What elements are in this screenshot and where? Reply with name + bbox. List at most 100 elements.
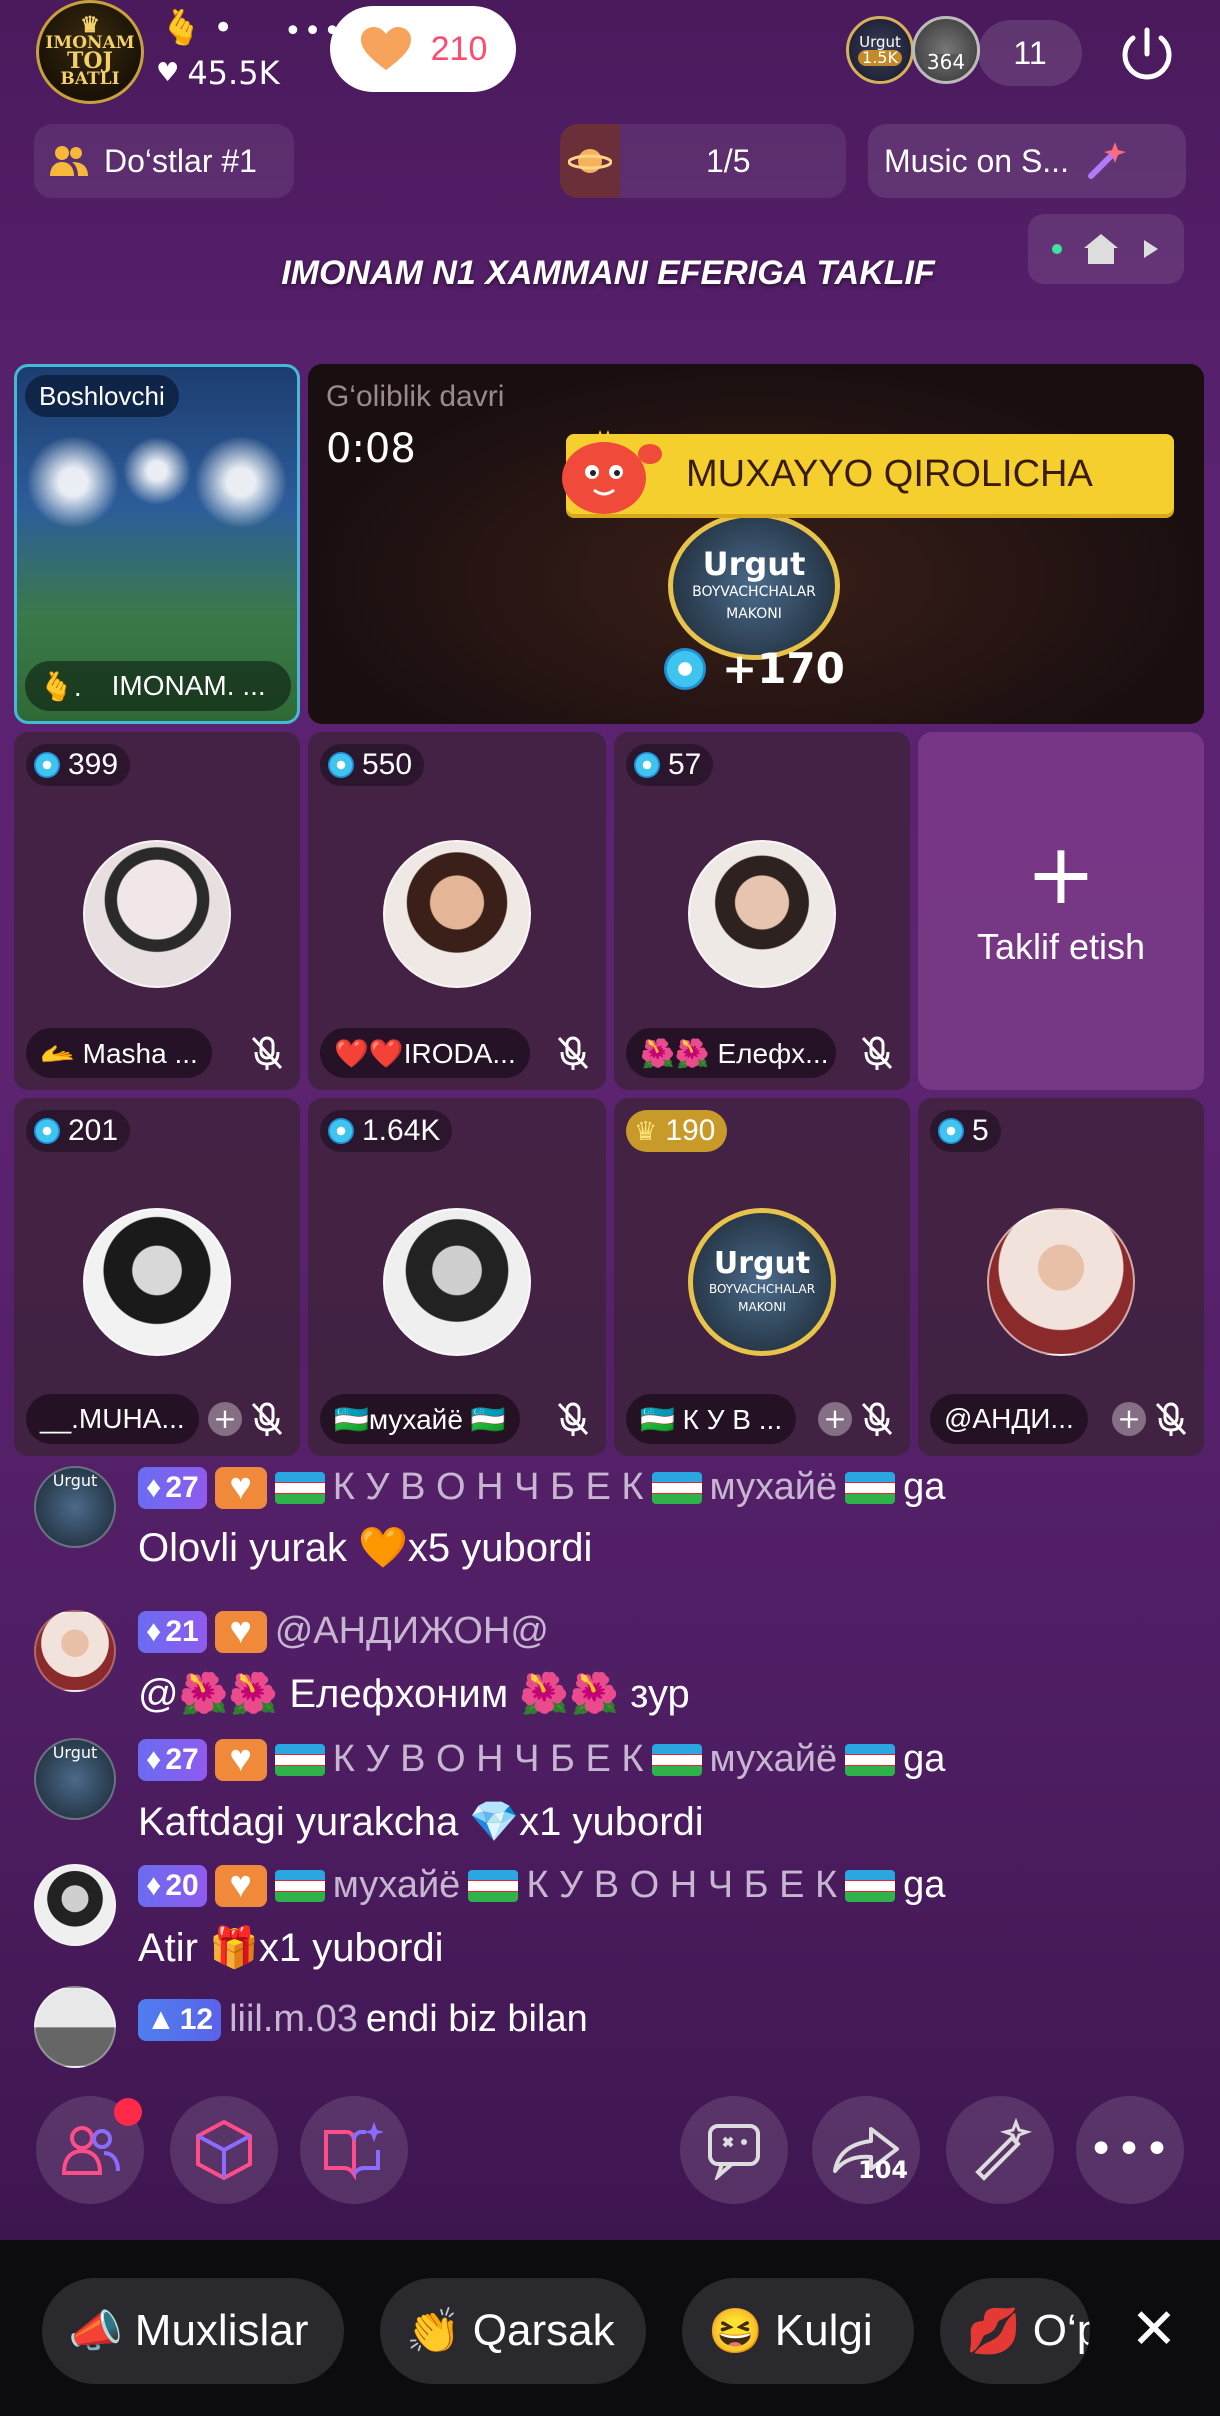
more-options-button[interactable]: ••• bbox=[1076, 2096, 1184, 2204]
mic-muted-icon[interactable] bbox=[248, 1400, 286, 1438]
chat-text: @🌺🌺 Елефхоним 🌺🌺 зур bbox=[138, 1672, 690, 1716]
chat-text: Kaftdagi yurakcha 💎x1 yubordi bbox=[138, 1800, 704, 1844]
diamond-icon: ♦ bbox=[146, 1614, 162, 1648]
host-seat[interactable]: Boshlovchi 🫰. IMONAM. ... bbox=[14, 364, 300, 724]
mic-muted-icon[interactable] bbox=[554, 1034, 592, 1072]
stadium-lights-icon bbox=[17, 427, 297, 537]
add-friend-icon[interactable]: + bbox=[208, 1402, 242, 1436]
level-badge: ♦ 21 bbox=[138, 1610, 207, 1653]
flag-icon bbox=[651, 1471, 702, 1504]
seat-score: 550 bbox=[320, 744, 425, 786]
flag-icon bbox=[845, 1471, 896, 1504]
chat-message[interactable]: ♦ 20 ♥ мухайё К У В О Н Ч Б Е К ga Atir 🎁… bbox=[34, 1864, 1194, 1974]
heart-icon: ♥ bbox=[156, 58, 180, 88]
book-button[interactable] bbox=[300, 2096, 408, 2204]
power-icon[interactable] bbox=[1110, 18, 1184, 92]
diamond-icon: ♦ bbox=[146, 1742, 162, 1776]
close-icon[interactable]: ✕ bbox=[1124, 2300, 1184, 2360]
seat-avatar bbox=[83, 1208, 231, 1356]
kiss-icon: 💋 bbox=[966, 2307, 1021, 2356]
host-seat-name: 🫰. IMONAM. ... bbox=[25, 661, 291, 711]
guests-button[interactable] bbox=[36, 2096, 144, 2204]
heart-icon bbox=[360, 27, 411, 70]
share-count: 104 bbox=[858, 2156, 909, 2184]
winner-panel[interactable]: G‘oliblik davri 0:08 Urgut BOYVACHCHALAR… bbox=[308, 364, 1204, 724]
winner-score: +170 bbox=[664, 644, 845, 693]
guest-seat[interactable]: 1.64K 🇺🇿мухайё 🇺🇿 bbox=[308, 1098, 606, 1456]
diamond-icon: ♦ bbox=[146, 1868, 162, 1902]
seat-name: __.MUHA... bbox=[26, 1394, 199, 1444]
mic-muted-icon[interactable] bbox=[858, 1034, 896, 1072]
more-icon: ••• bbox=[1088, 2124, 1172, 2175]
guest-seat[interactable]: 5 @АНДИ... + bbox=[918, 1098, 1204, 1456]
chat-header: ♦ 27 ♥ К У В О Н Ч Б Е К мухайё ga bbox=[138, 1466, 945, 1509]
mic-muted-icon[interactable] bbox=[858, 1400, 896, 1438]
seat-name: 🌺🌺 Елефх... bbox=[626, 1028, 836, 1078]
room-title: IMONAM N1 XAMMANI EFERIGA TAKLIF bbox=[281, 254, 935, 292]
reaction-clap[interactable]: 👏 Qarsak bbox=[380, 2278, 646, 2384]
music-button[interactable]: Music on S... bbox=[868, 124, 1186, 198]
chat-avatar[interactable]: Urgut bbox=[34, 1738, 116, 1820]
flag-icon bbox=[274, 1869, 325, 1902]
top-viewer-avatar[interactable]: 364 bbox=[912, 16, 980, 84]
friends-button[interactable]: Do‘stlar #1 bbox=[34, 124, 294, 198]
triangle-icon: ▲ bbox=[146, 2002, 176, 2036]
mic-muted-icon[interactable] bbox=[1152, 1400, 1190, 1438]
flag-icon bbox=[845, 1743, 896, 1776]
host-name: 🫰 • bbox=[160, 8, 234, 48]
add-friend-icon[interactable]: + bbox=[1112, 1402, 1146, 1436]
share-button[interactable]: 104 bbox=[812, 2096, 920, 2204]
top-viewer-avatar[interactable]: Urgut 1.5K bbox=[846, 16, 914, 84]
mic-muted-icon[interactable] bbox=[248, 1034, 286, 1072]
guest-seat[interactable]: 57 🌺🌺 Елефх... bbox=[614, 732, 910, 1090]
round-indicator[interactable]: 1/5 bbox=[560, 124, 846, 198]
fan-badge-icon: ♥ bbox=[214, 1610, 267, 1653]
chat-game-button[interactable] bbox=[680, 2096, 788, 2204]
viewer-count[interactable]: 11 bbox=[978, 20, 1082, 86]
reaction-laugh[interactable]: 😆 Kulgi bbox=[682, 2278, 914, 2384]
chat-avatar[interactable]: Urgut bbox=[34, 1466, 116, 1548]
chat-avatar[interactable] bbox=[34, 1864, 116, 1946]
magic-button[interactable] bbox=[946, 2096, 1054, 2204]
level-badge: ♦ 20 bbox=[138, 1864, 207, 1907]
gem-icon bbox=[634, 752, 660, 778]
chat-avatar[interactable] bbox=[34, 1610, 116, 1692]
mic-muted-icon[interactable] bbox=[554, 1400, 592, 1438]
host-avatar[interactable]: ♛ IMONAM TOJ BATLI bbox=[36, 0, 144, 104]
chat-avatar[interactable] bbox=[34, 1986, 116, 2068]
mascot-icon bbox=[554, 428, 666, 518]
chat-message[interactable]: ▲ 12 liil.m.03 endi biz bilan bbox=[34, 1986, 1194, 2070]
seat-avatar bbox=[383, 1208, 531, 1356]
megaphone-icon: 📣 bbox=[68, 2307, 123, 2356]
guest-seat[interactable]: 201 __.MUHA... + bbox=[14, 1098, 300, 1456]
guest-seat[interactable]: ♛ 190 Urgut BOYVACHCHALAR MAKONI 🇺🇿 К У В… bbox=[614, 1098, 910, 1456]
winner-period-label: G‘oliblik davri bbox=[326, 380, 505, 413]
chat-header: ♦ 20 ♥ мухайё К У В О Н Ч Б Е К ga bbox=[138, 1864, 945, 1907]
chat-message[interactable]: ♦ 21 ♥ @АНДИЖОН@ @🌺🌺 Елефхоним 🌺🌺 зур bbox=[34, 1610, 1194, 1720]
guest-seat[interactable]: 550 ❤️❤️IRODA... bbox=[308, 732, 606, 1090]
guest-seat[interactable]: 399 🫴 Masha ... bbox=[14, 732, 300, 1090]
reaction-kiss[interactable]: 💋 O‘p bbox=[940, 2278, 1090, 2384]
add-friend-icon[interactable]: + bbox=[818, 1402, 852, 1436]
box-button[interactable] bbox=[170, 2096, 278, 2204]
seat-score: ♛ 190 bbox=[626, 1110, 728, 1152]
invite-seat[interactable]: + Taklif etish bbox=[918, 732, 1204, 1090]
fan-badge-icon: ♥ bbox=[214, 1864, 267, 1907]
reaction-fans[interactable]: 📣 Muxlislar bbox=[42, 2278, 344, 2384]
gem-icon bbox=[938, 1118, 964, 1144]
gem-icon bbox=[664, 647, 706, 690]
host-role-badge: Boshlovchi bbox=[25, 375, 179, 417]
gem-icon bbox=[328, 1118, 354, 1144]
gem-icon bbox=[34, 1118, 60, 1144]
cube-icon bbox=[196, 2119, 252, 2181]
users-icon bbox=[50, 146, 88, 176]
chat-header: ♦ 21 ♥ @АНДИЖОН@ bbox=[138, 1610, 549, 1653]
seat-score: 57 bbox=[626, 744, 714, 786]
chat-text: Olovli yurak 🧡x5 yubordi bbox=[138, 1526, 593, 1570]
flag-icon bbox=[274, 1471, 325, 1504]
chat-message[interactable]: Urgut ♦ 27 ♥ К У В О Н Ч Б Е К мухайё ga … bbox=[34, 1738, 1194, 1848]
fan-badge-icon: ♥ bbox=[214, 1466, 267, 1509]
follow-button[interactable]: 210 bbox=[330, 6, 516, 92]
chat-message[interactable]: Urgut ♦ 27 ♥ К У В О Н Ч Б Е К мухайё ga … bbox=[34, 1466, 1194, 1582]
clap-icon: 👏 bbox=[406, 2307, 461, 2356]
